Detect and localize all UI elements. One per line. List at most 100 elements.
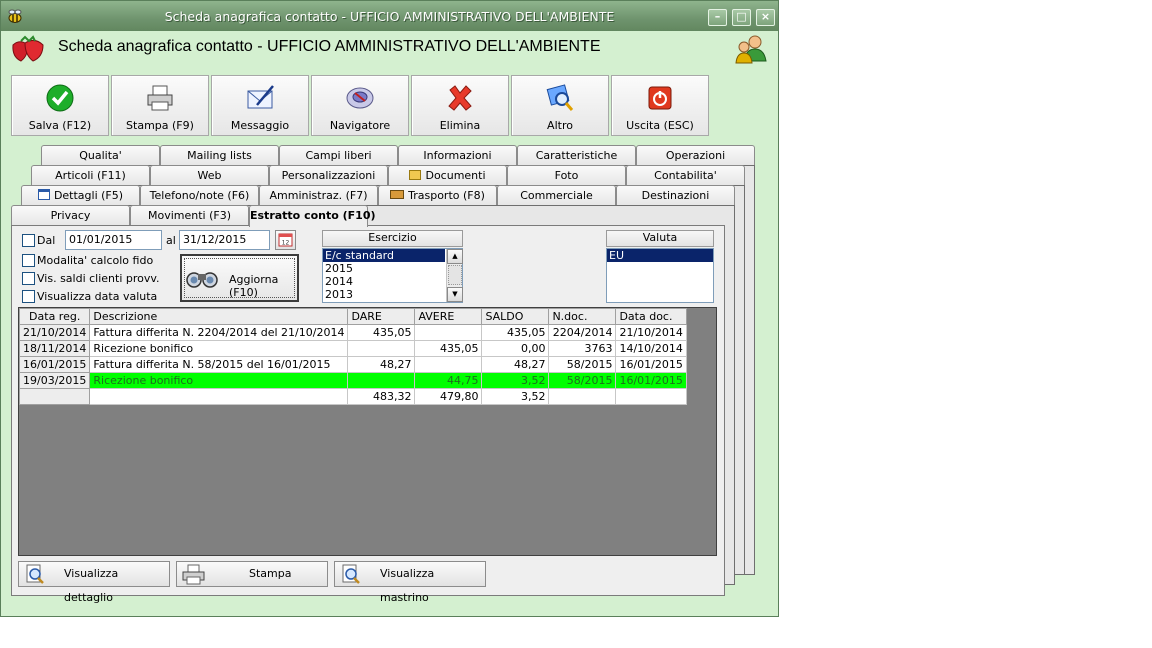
- tab-articoli[interactable]: Articoli (F11): [31, 165, 150, 185]
- delete-button[interactable]: Elimina: [411, 75, 509, 136]
- table-cell[interactable]: 21/10/2014: [18, 324, 91, 341]
- valuta-item[interactable]: EU: [607, 249, 713, 262]
- navigator-button[interactable]: Navigatore: [311, 75, 409, 136]
- scroll-down-icon[interactable]: ▼: [447, 287, 463, 302]
- tab-informazioni[interactable]: Informazioni: [398, 145, 517, 165]
- table-cell[interactable]: 435,05: [347, 324, 416, 341]
- table-row[interactable]: 18/11/2014 Ricezione bonifico 435,05 0,00 37…: [18, 340, 687, 357]
- table-cell[interactable]: 435,05: [481, 324, 550, 341]
- estratto-conto-grid[interactable]: Data reg. Descrizione DARE AVERE SALDO N…: [18, 307, 717, 556]
- truck-icon: [390, 190, 405, 199]
- title-bar[interactable]: Scheda anagrafica contatto - UFFICIO AMM…: [1, 1, 778, 31]
- view-ledger-button[interactable]: Visualizza mastrino: [334, 561, 486, 604]
- table-cell[interactable]: 48,27: [347, 356, 416, 373]
- table-cell[interactable]: [414, 324, 483, 341]
- esercizio-listbox[interactable]: E/c standard 2015 2014 2013 ▲ ▼: [322, 248, 463, 303]
- esercizio-scrollbar[interactable]: ▲ ▼: [446, 249, 463, 302]
- tab-qualita[interactable]: Qualita': [41, 145, 160, 165]
- esercizio-item[interactable]: 2013: [323, 288, 445, 301]
- tab-foto[interactable]: Foto: [507, 165, 626, 185]
- tab-dettagli[interactable]: Dettagli (F5): [21, 185, 140, 205]
- tab-trasporto[interactable]: Trasporto (F8): [378, 185, 497, 205]
- envelope-icon: [247, 85, 274, 109]
- date-from-field[interactable]: 01/01/2015: [65, 230, 162, 250]
- table-cell[interactable]: 44,75: [414, 372, 483, 389]
- save-button[interactable]: Salva (F12): [11, 75, 109, 136]
- tab-telefono-note[interactable]: Telefono/note (F6): [140, 185, 259, 205]
- refresh-button[interactable]: Aggiorna (F10): [180, 254, 299, 302]
- column-header[interactable]: Data reg.: [18, 308, 91, 325]
- saldi-provv-checkbox[interactable]: [22, 272, 35, 285]
- table-cell[interactable]: 14/10/2014: [615, 340, 687, 357]
- tab-contabilita[interactable]: Contabilita': [626, 165, 745, 185]
- valuta-listbox[interactable]: EU: [606, 248, 714, 303]
- table-row[interactable]: 21/10/2014 Fattura differita N. 2204/2014…: [18, 324, 687, 341]
- tab-web[interactable]: Web: [150, 165, 269, 185]
- column-header[interactable]: N.doc.: [548, 308, 617, 325]
- table-cell[interactable]: 58/2015: [548, 356, 617, 373]
- print-statement-button[interactable]: Stampa: [176, 561, 328, 587]
- table-cell[interactable]: 3763: [548, 340, 617, 357]
- table-row[interactable]: 16/01/2015 Fattura differita N. 58/2015 d…: [18, 356, 687, 373]
- table-cell[interactable]: 18/11/2014: [18, 340, 91, 357]
- folder-icon: [409, 170, 422, 180]
- data-valuta-label: Visualizza data valuta: [37, 290, 158, 303]
- table-cell[interactable]: 3,52: [481, 372, 550, 389]
- tab-operazioni[interactable]: Operazioni: [636, 145, 755, 165]
- tab-campi-liberi[interactable]: Campi liberi: [279, 145, 398, 165]
- table-cell[interactable]: Ricezione bonifico: [89, 372, 349, 389]
- table-cell[interactable]: 16/01/2015: [615, 356, 687, 373]
- table-cell[interactable]: 21/10/2014: [615, 324, 687, 341]
- table-cell[interactable]: Fattura differita N. 58/2015 del 16/01/2…: [89, 356, 349, 373]
- table-cell[interactable]: [347, 340, 416, 357]
- table-cell[interactable]: 16/01/2015: [615, 372, 687, 389]
- tab-caratteristiche[interactable]: Caratteristiche: [517, 145, 636, 165]
- esercizio-item[interactable]: 2015: [323, 262, 445, 275]
- calcolo-fido-checkbox[interactable]: [22, 254, 35, 267]
- column-header[interactable]: Descrizione: [89, 308, 349, 325]
- tab-commerciale[interactable]: Commerciale: [497, 185, 616, 205]
- total-cell: 3,52: [481, 388, 550, 405]
- table-cell[interactable]: 2204/2014: [548, 324, 617, 341]
- other-button-label: Altro: [547, 119, 573, 132]
- esercizio-item[interactable]: 2014: [323, 275, 445, 288]
- table-cell[interactable]: 16/01/2015: [18, 356, 91, 373]
- tab-amministraz[interactable]: Amministraz. (F7): [259, 185, 378, 205]
- table-cell[interactable]: 19/03/2015: [18, 372, 91, 389]
- message-button[interactable]: Messaggio: [211, 75, 309, 136]
- tab-personalizzazioni[interactable]: Personalizzazioni: [269, 165, 388, 185]
- tab-documenti[interactable]: Documenti: [388, 165, 507, 185]
- table-cell[interactable]: 48,27: [481, 356, 550, 373]
- print-button[interactable]: Stampa (F9): [111, 75, 209, 136]
- tab-estratto-conto[interactable]: Estratto conto (F10): [249, 205, 376, 227]
- data-valuta-checkbox[interactable]: [22, 290, 35, 303]
- dal-checkbox[interactable]: [22, 234, 35, 247]
- table-row[interactable]: 19/03/2015 Ricezione bonifico 44,75 3,52 58/…: [18, 372, 687, 389]
- close-icon[interactable]: ×: [756, 9, 775, 26]
- column-header[interactable]: Data doc.: [615, 308, 687, 325]
- table-cell[interactable]: 0,00: [481, 340, 550, 357]
- calendar-button[interactable]: 12: [275, 230, 296, 250]
- date-to-field[interactable]: 31/12/2015: [179, 230, 270, 250]
- table-cell[interactable]: Fattura differita N. 2204/2014 del 21/10…: [89, 324, 349, 341]
- scroll-thumb[interactable]: [448, 265, 462, 285]
- tab-privacy[interactable]: Privacy: [11, 205, 130, 225]
- other-button[interactable]: Altro: [511, 75, 609, 136]
- tab-destinazioni[interactable]: Destinazioni: [616, 185, 735, 205]
- minimize-icon[interactable]: –: [708, 9, 727, 26]
- table-cell[interactable]: [347, 372, 416, 389]
- column-header[interactable]: DARE: [347, 308, 416, 325]
- maximize-icon[interactable]: □: [732, 9, 751, 26]
- table-cell[interactable]: 58/2015: [548, 372, 617, 389]
- tab-movimenti[interactable]: Movimenti (F3): [130, 205, 249, 225]
- tab-mailing-lists[interactable]: Mailing lists: [160, 145, 279, 165]
- esercizio-item[interactable]: E/c standard: [323, 249, 445, 262]
- table-cell[interactable]: Ricezione bonifico: [89, 340, 349, 357]
- exit-button[interactable]: Uscita (ESC): [611, 75, 709, 136]
- scroll-up-icon[interactable]: ▲: [447, 249, 463, 264]
- column-header[interactable]: AVERE: [414, 308, 483, 325]
- table-cell[interactable]: 435,05: [414, 340, 483, 357]
- table-cell[interactable]: [414, 356, 483, 373]
- column-header[interactable]: SALDO: [481, 308, 550, 325]
- view-detail-button[interactable]: Visualizza dettaglio: [18, 561, 170, 604]
